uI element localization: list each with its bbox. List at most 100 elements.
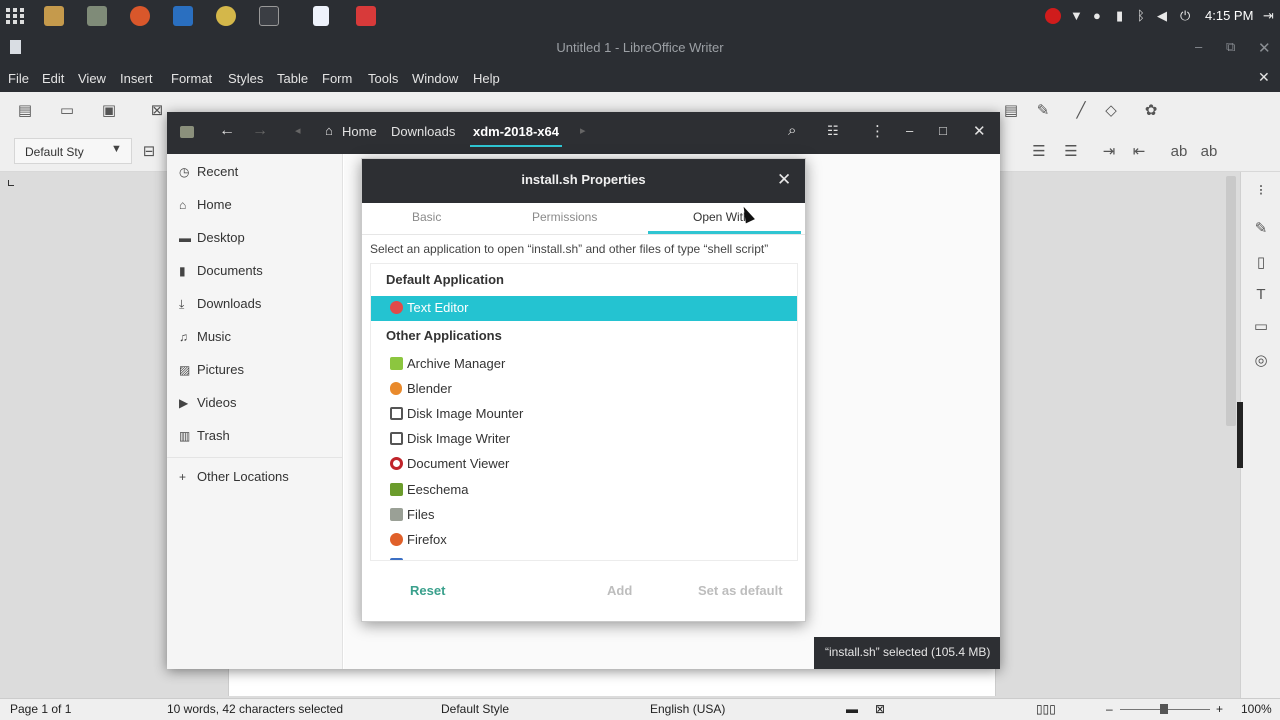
zoom-slider-handle[interactable] — [1160, 704, 1168, 714]
comment-icon[interactable]: ✎ — [1034, 102, 1052, 120]
sidebar-item-pictures[interactable]: ▨ Pictures — [179, 362, 244, 382]
draw-functions-icon[interactable]: ✿ — [1142, 102, 1160, 120]
app-item-text-editor[interactable]: Text Editor — [371, 296, 797, 321]
selection-mode-icon[interactable]: ⊠ — [875, 702, 885, 716]
close-document-icon[interactable]: ✕ — [1258, 69, 1270, 86]
app-item-firefox[interactable]: Firefox — [371, 528, 797, 553]
path-left-arrow-icon[interactable]: ◂ — [295, 124, 301, 137]
power-icon[interactable]: ⏻ — [1180, 8, 1190, 24]
sidebar-item-videos[interactable]: ▶ Videos — [179, 395, 237, 415]
navigator-icon[interactable]: ◎ — [1252, 352, 1270, 370]
menu-dots-icon[interactable]: ⋮ — [870, 122, 885, 140]
fm-close-icon[interactable]: ✕ — [973, 122, 986, 140]
insert-mode-icon[interactable]: ▬ — [846, 702, 858, 716]
set-as-default-button[interactable]: Set as default — [698, 583, 783, 598]
word-count[interactable]: 10 words, 42 characters selected — [167, 702, 343, 716]
tab-basic[interactable]: Basic — [412, 210, 441, 224]
battery-icon[interactable]: ▮ — [1116, 8, 1123, 24]
gallery-icon[interactable]: ▭ — [1252, 318, 1270, 336]
add-button[interactable]: Add — [607, 583, 632, 598]
window-menu-icon[interactable] — [180, 126, 194, 138]
document-icon[interactable] — [313, 6, 329, 26]
sidebar-item-other-locations[interactable]: + Other Locations — [179, 469, 289, 489]
application-list[interactable]: Default Application Text Editor Other Ap… — [370, 263, 798, 561]
sidebar-settings-icon[interactable]: ⁝ — [1252, 182, 1270, 200]
fm-maximize-icon[interactable]: □ — [939, 123, 947, 138]
file-manager-icon[interactable] — [87, 6, 107, 26]
back-icon[interactable]: ← — [219, 122, 235, 140]
close-icon[interactable]: ✕ — [1258, 39, 1271, 57]
sidebar-item-trash[interactable]: ▥ Trash — [179, 428, 230, 448]
tab-permissions[interactable]: Permissions — [532, 210, 597, 224]
vertical-scrollbar[interactable] — [1226, 176, 1236, 426]
logout-icon[interactable]: ⇥ — [1263, 8, 1274, 24]
recorder-icon[interactable] — [356, 6, 376, 26]
open-icon[interactable]: ▭ — [58, 102, 76, 120]
app-item-eeschema[interactable]: Eeschema — [371, 478, 797, 503]
media-player-icon[interactable] — [173, 6, 193, 26]
update-style-icon[interactable]: ⊟ — [140, 143, 158, 161]
menu-window[interactable]: Window — [412, 71, 458, 86]
save-icon[interactable]: ▣ — [100, 102, 118, 120]
dialog-close-icon[interactable]: ✕ — [777, 170, 791, 190]
search-icon[interactable]: ⌕ — [788, 122, 796, 139]
firefox-icon[interactable] — [130, 6, 150, 26]
styles-icon[interactable]: T — [1252, 286, 1270, 304]
reset-button[interactable]: Reset — [410, 583, 445, 598]
decrease-indent-icon[interactable]: ⇤ — [1130, 143, 1148, 161]
app-item-blender[interactable]: Blender — [371, 377, 797, 402]
paragraph-spacing-icon[interactable]: ☰ — [1062, 143, 1080, 161]
status-language[interactable]: English (USA) — [650, 702, 725, 716]
menu-tools[interactable]: Tools — [368, 71, 398, 86]
volume-icon[interactable]: ◀ — [1157, 8, 1167, 24]
line-icon[interactable]: ╱ — [1072, 102, 1090, 120]
wifi-icon[interactable]: ▼ — [1070, 8, 1083, 23]
status-style[interactable]: Default Style — [441, 702, 509, 716]
breadcrumb-current[interactable]: xdm-2018-x64 — [473, 124, 559, 139]
paragraph-style-select[interactable]: Default Sty ▼ — [14, 138, 132, 164]
properties-icon[interactable]: ✎ — [1252, 220, 1270, 238]
app-item-partial[interactable] — [371, 553, 797, 560]
breadcrumb-downloads[interactable]: Downloads — [391, 124, 455, 139]
sidebar-item-downloads[interactable]: ⤓ Downloads — [179, 296, 261, 316]
view-layout-icon[interactable]: ▯▯▯ — [1036, 702, 1056, 716]
menu-file[interactable]: File — [8, 71, 29, 86]
downloader-icon[interactable] — [44, 6, 64, 26]
sidebar-item-desktop[interactable]: ▬ Desktop — [179, 230, 245, 250]
bluetooth-icon[interactable]: ᛒ — [1137, 8, 1145, 23]
new-document-icon[interactable]: ▤ — [16, 102, 34, 120]
sidebar-item-home[interactable]: ⌂ Home — [179, 197, 232, 217]
forward-icon[interactable]: → — [252, 122, 268, 140]
page-icon[interactable]: ▯ — [1252, 254, 1270, 272]
clock[interactable]: 4:15 PM — [1205, 8, 1253, 23]
sidebar-item-music[interactable]: ♫ Music — [179, 329, 231, 349]
chart-icon[interactable]: ▤ — [1002, 102, 1020, 120]
line-spacing-icon[interactable]: ☰ — [1030, 143, 1048, 161]
fm-minimize-icon[interactable]: – — [906, 123, 913, 138]
menu-edit[interactable]: Edit — [42, 71, 64, 86]
record-indicator-icon[interactable] — [1045, 8, 1061, 24]
notification-icon[interactable]: ● — [1093, 8, 1101, 23]
path-right-arrow-icon[interactable]: ▸ — [580, 124, 586, 137]
left-to-right-icon[interactable]: ab — [1170, 143, 1188, 161]
sidebar-item-recent[interactable]: ◷ Recent — [179, 164, 238, 184]
page-count[interactable]: Page 1 of 1 — [10, 702, 71, 716]
app-item-disk-image-writer[interactable]: Disk Image Writer — [371, 427, 797, 452]
zoom-out-icon[interactable]: – — [1106, 702, 1113, 716]
menu-help[interactable]: Help — [473, 71, 500, 86]
app-item-document-viewer[interactable]: Document Viewer — [371, 452, 797, 477]
menu-table[interactable]: Table — [277, 71, 308, 86]
view-options-icon[interactable]: ☷ — [827, 123, 839, 139]
export-icon[interactable]: ⊠ — [148, 102, 166, 120]
app-item-archive-manager[interactable]: Archive Manager — [371, 352, 797, 377]
right-to-left-icon[interactable]: ab — [1200, 143, 1218, 161]
sidebar-collapse-handle[interactable] — [1237, 402, 1243, 468]
increase-indent-icon[interactable]: ⇥ — [1100, 143, 1118, 161]
maximize-icon[interactable]: ⧉ — [1226, 39, 1235, 55]
menu-view[interactable]: View — [78, 71, 106, 86]
app-grid-icon[interactable] — [6, 8, 24, 24]
menu-format[interactable]: Format — [171, 71, 212, 86]
shapes-icon[interactable]: ◇ — [1102, 102, 1120, 120]
speaker-app-icon[interactable] — [216, 6, 236, 26]
app-item-files[interactable]: Files — [371, 503, 797, 528]
